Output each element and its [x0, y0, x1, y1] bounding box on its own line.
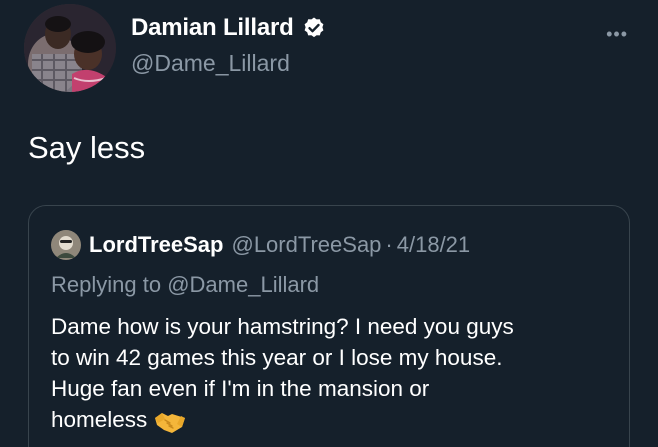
author-display-name[interactable]: Damian Lillard — [131, 14, 294, 42]
quoted-author-avatar[interactable] — [51, 230, 81, 260]
verified-badge-icon — [302, 16, 326, 40]
replying-to: Replying to @Dame_Lillard — [51, 272, 319, 298]
handshake-emoji-icon — [153, 409, 187, 434]
quoted-author-name[interactable]: LordTreeSap — [89, 232, 223, 258]
quoted-tweet-date[interactable]: 4/18/21 — [397, 232, 470, 258]
replying-to-mention[interactable]: @Dame_Lillard — [167, 272, 319, 297]
quoted-tweet-text: Dame how is your hamstring? I need you g… — [51, 311, 621, 435]
quoted-tweet-header: LordTreeSap @LordTreeSap · 4/18/21 — [51, 230, 470, 260]
author-handle[interactable]: @Dame_Lillard — [131, 50, 290, 77]
separator-dot: · — [385, 232, 393, 257]
more-horizontal-icon[interactable]: ••• — [606, 24, 628, 45]
tweet-card: Damian Lillard @Dame_Lillard ••• Say les… — [0, 0, 658, 447]
author-name-row[interactable]: Damian Lillard — [131, 14, 326, 42]
quoted-text-line: to win 42 games this year or I lose my h… — [51, 345, 503, 370]
replying-to-prefix: Replying to — [51, 272, 162, 297]
quoted-text-line: homeless — [51, 407, 148, 432]
quoted-text-line: Huge fan even if I'm in the mansion or — [51, 376, 430, 401]
quoted-tweet[interactable]: LordTreeSap @LordTreeSap · 4/18/21 Reply… — [28, 205, 630, 447]
quoted-author-handle[interactable]: @LordTreeSap — [231, 232, 381, 258]
author-avatar[interactable] — [24, 4, 116, 92]
quoted-text-line-last: homeless — [51, 404, 621, 435]
tweet-text: Say less — [28, 130, 146, 165]
quoted-text-line: Dame how is your hamstring? I need you g… — [51, 314, 514, 339]
